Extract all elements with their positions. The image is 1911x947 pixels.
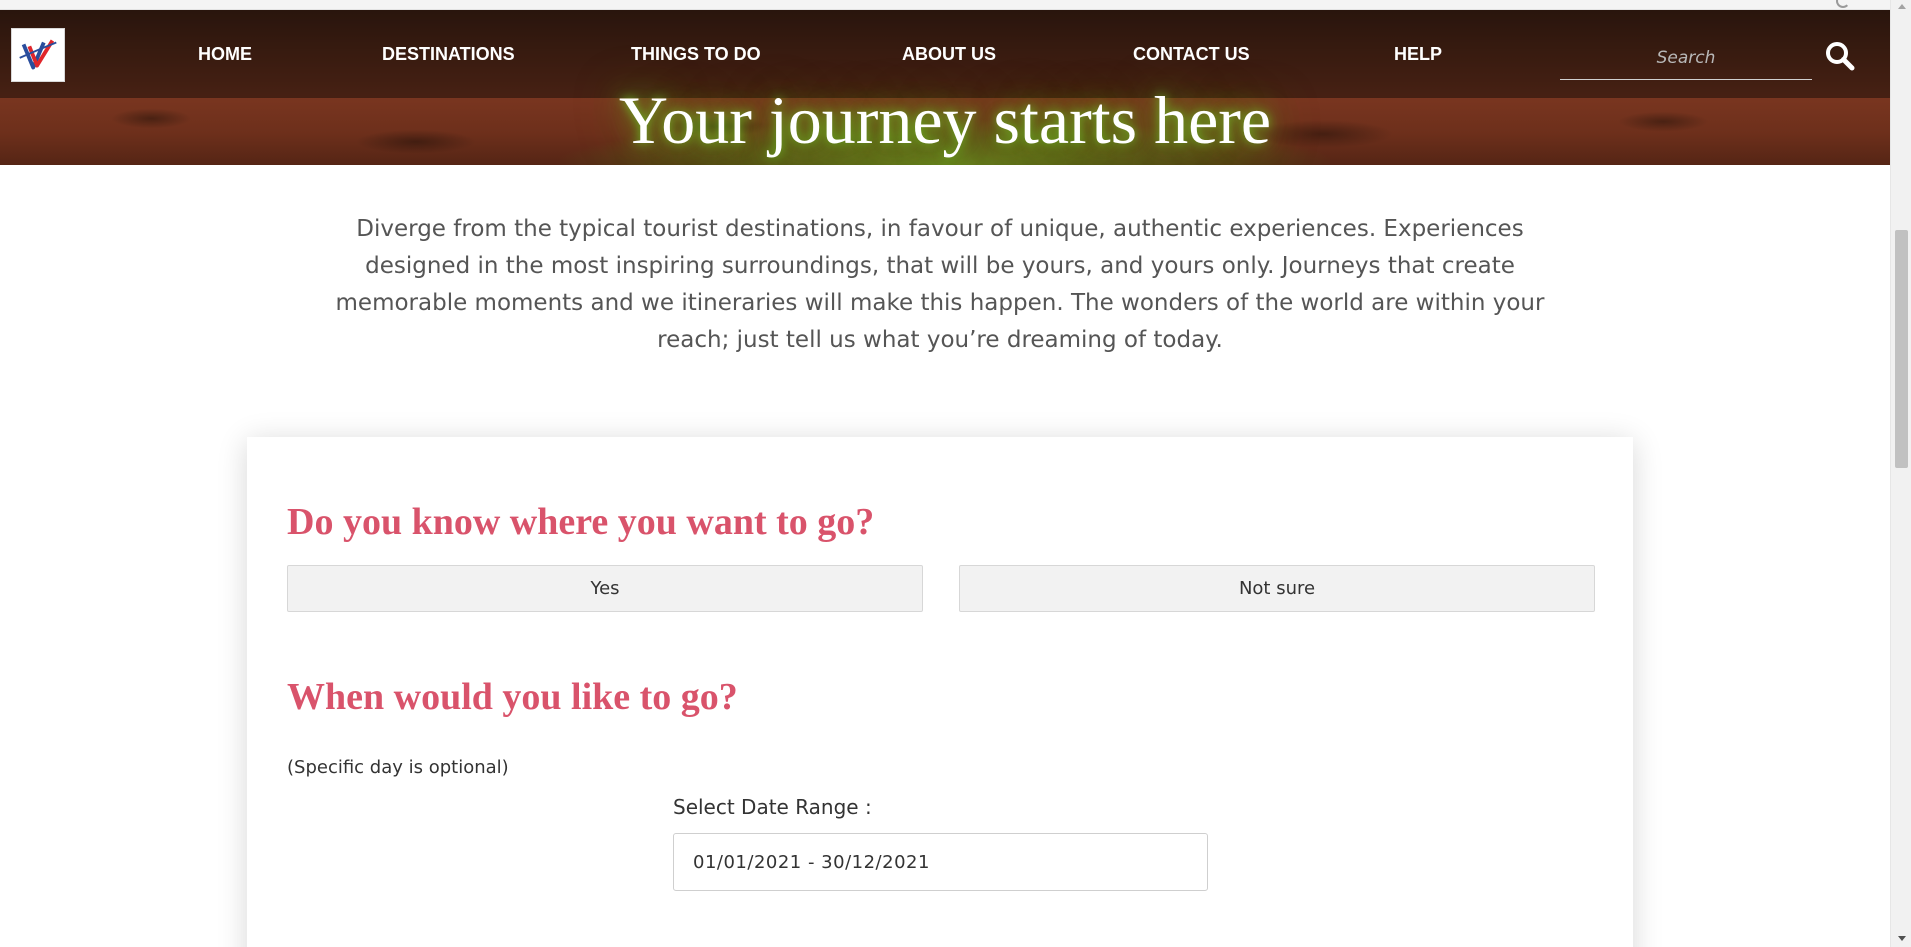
nav-things-to-do[interactable]: THINGS TO DO (631, 44, 761, 65)
scrollbar-thumb[interactable] (1895, 230, 1908, 468)
search-icon (1826, 42, 1855, 71)
yes-button[interactable]: Yes (287, 565, 923, 612)
date-question-heading: When would you like to go? (287, 676, 738, 718)
destination-question-heading: Do you know where you want to go? (287, 501, 875, 543)
site-logo[interactable] (11, 28, 65, 82)
nav-home[interactable]: HOME (198, 44, 252, 65)
date-range-label: Select Date Range : (673, 795, 872, 819)
nav-contact-us[interactable]: CONTACT US (1133, 44, 1250, 65)
search-input[interactable] (1560, 38, 1812, 78)
date-hint: (Specific day is optional) (287, 757, 509, 778)
date-range-input[interactable] (673, 833, 1208, 891)
nav-about-us[interactable]: ABOUT US (902, 44, 996, 65)
not-sure-button[interactable]: Not sure (959, 565, 1595, 612)
hero-banner: Your journey starts here (0, 10, 1890, 165)
nav-help[interactable]: HELP (1394, 44, 1442, 65)
nav-destinations[interactable]: DESTINATIONS (382, 44, 515, 65)
page-scrollbar[interactable] (1890, 0, 1911, 947)
hero-title: Your journey starts here (618, 82, 1272, 158)
loading-indicator-icon (1836, 0, 1850, 8)
search-button[interactable] (1822, 38, 1858, 74)
intro-paragraph: Diverge from the typical tourist destina… (335, 216, 1545, 353)
search-box (1560, 38, 1812, 80)
vv-travel-logo-icon (19, 39, 57, 70)
scroll-down-arrow-icon[interactable] (1898, 936, 1906, 941)
browser-top-strip (0, 0, 1890, 10)
scroll-up-arrow-icon[interactable] (1898, 4, 1906, 9)
